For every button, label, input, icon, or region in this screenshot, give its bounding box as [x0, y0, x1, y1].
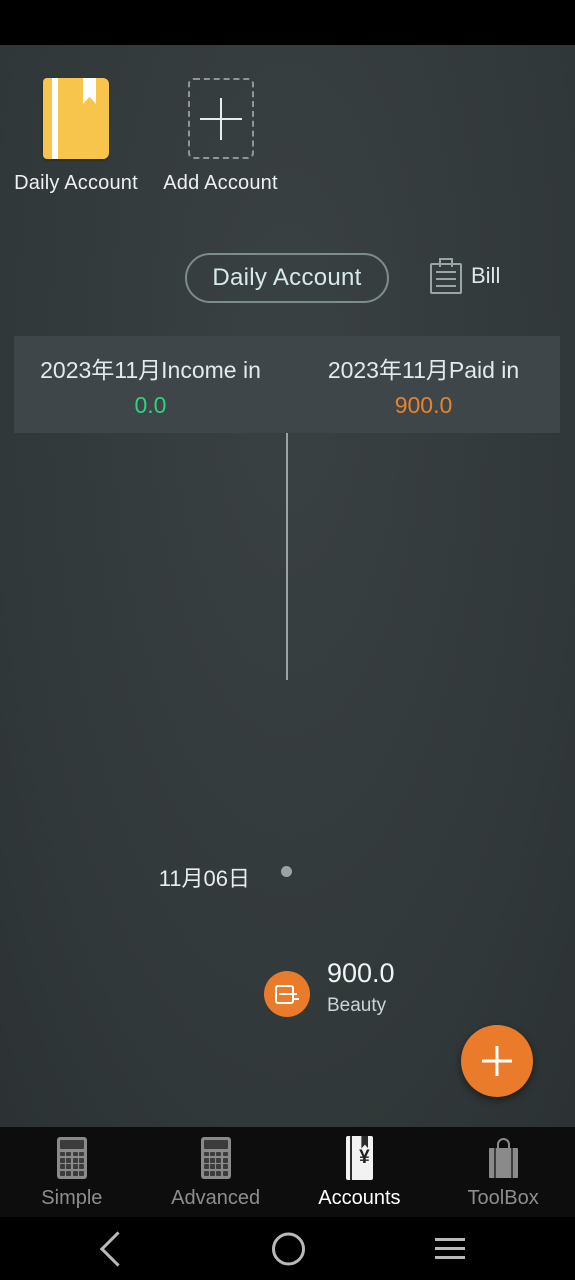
beauty-icon — [275, 984, 299, 1004]
shortcut-daily-account[interactable]: Daily Account — [8, 78, 144, 195]
add-record-fab[interactable] — [461, 1025, 533, 1097]
hamburger-icon[interactable] — [435, 1237, 465, 1260]
app-content: Daily Account Add Account Daily Account … — [0, 45, 575, 1127]
bottom-tab-label: Advanced — [171, 1186, 261, 1209]
calculator-icon — [50, 1135, 94, 1181]
bottom-tab-accounts[interactable]: ¥ Accounts — [288, 1127, 432, 1217]
chevron-left-icon[interactable] — [99, 1230, 136, 1267]
shortcut-add-account[interactable]: Add Account — [160, 78, 281, 195]
summary-income-value: 0.0 — [134, 391, 167, 418]
transaction-category-icon[interactable] — [264, 971, 310, 1017]
system-navigation-bar — [0, 1217, 575, 1280]
summary-paid: 2023年11月Paid in 900.0 — [287, 336, 560, 433]
yen-symbol: ¥ — [359, 1146, 370, 1168]
bottom-tab-label: Simple — [41, 1186, 103, 1209]
summary-paid-title: 2023年11月Paid in — [327, 356, 520, 383]
bottom-navigation: Simple Advanced ¥ Accounts ToolBox — [0, 1127, 575, 1217]
summary-income: 2023年11月Income in 0.0 — [14, 336, 287, 433]
shortcut-label: Add Account — [163, 172, 278, 194]
bottom-tab-simple[interactable]: Simple — [0, 1127, 144, 1217]
transaction-category-label: Beauty — [327, 995, 387, 1016]
view-switcher: Daily Account Bill — [0, 253, 575, 315]
timeline-line — [286, 433, 288, 680]
bottom-tab-advanced[interactable]: Advanced — [144, 1127, 288, 1217]
account-book-icon — [43, 78, 109, 159]
circle-icon[interactable] — [272, 1232, 305, 1265]
bottom-tab-label: ToolBox — [467, 1186, 539, 1209]
bottom-tab-label: Accounts — [318, 1186, 401, 1209]
transaction-timeline: 11月06日 900.0 Beauty — [0, 433, 575, 1017]
timeline-date-dot — [281, 866, 292, 877]
timeline-date-label: 11月06日 — [158, 866, 250, 891]
calculator-icon — [194, 1135, 238, 1181]
tab-daily-account-label: Daily Account — [212, 264, 362, 291]
tab-bill-label: Bill — [471, 263, 501, 288]
tab-bill[interactable]: Bill — [430, 258, 500, 294]
plus-icon — [187, 78, 254, 159]
summary-income-title: 2023年11月Income in — [40, 356, 261, 383]
tab-daily-account[interactable]: Daily Account — [185, 253, 389, 303]
monthly-summary-panel: 2023年11月Income in 0.0 2023年11月Paid in 90… — [14, 336, 560, 433]
bottom-tab-toolbox[interactable]: ToolBox — [431, 1127, 575, 1217]
transaction-amount: 900.0 — [327, 958, 395, 988]
toolbox-icon — [481, 1135, 525, 1181]
status-bar — [0, 0, 575, 45]
clipboard-icon — [430, 258, 462, 294]
phone-screen: Daily Account Add Account Daily Account … — [0, 0, 575, 1280]
account-shortcuts: Daily Account Add Account — [0, 78, 575, 248]
summary-paid-value: 900.0 — [394, 391, 453, 418]
account-book-yen-icon: ¥ — [337, 1135, 381, 1181]
shortcut-label: Daily Account — [14, 172, 138, 194]
